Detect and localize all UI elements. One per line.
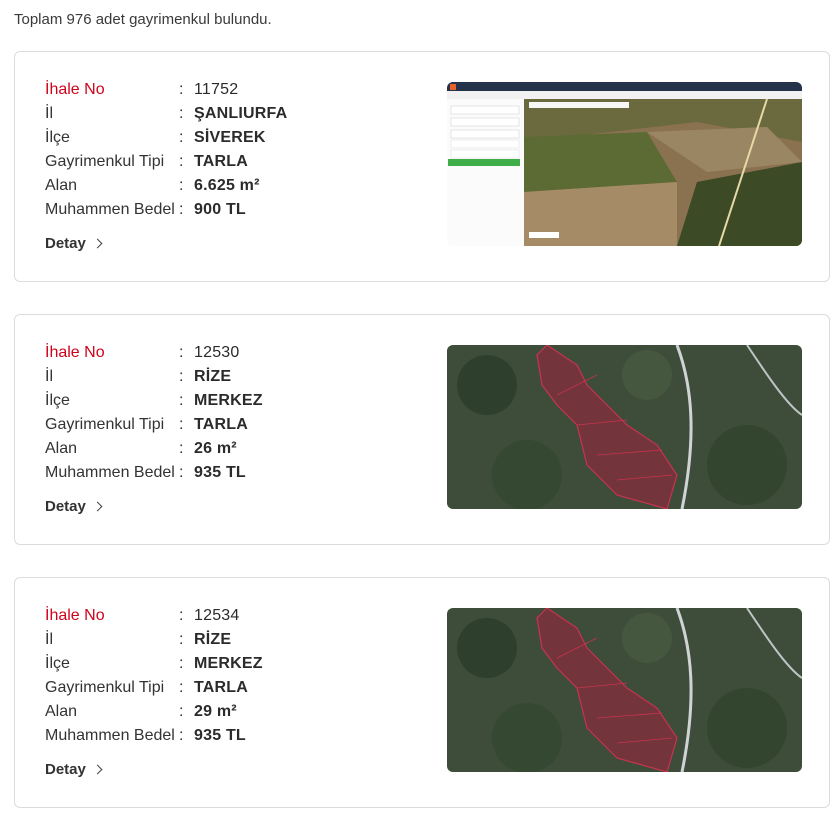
label-alan: Alan (45, 177, 78, 194)
listing-card: İhale No:12534 İl: RİZE İlçe: MERKEZ Gayri… (14, 577, 830, 808)
label-bedel: Muhammen Bedel (45, 727, 175, 744)
row-bedel: Muhammen Bedel:935 TL (45, 461, 263, 485)
value-ilce: MERKEZ (194, 392, 263, 409)
results-summary: Toplam 976 adet gayrimenkul bulundu. (14, 11, 272, 28)
detay-label: Detay (45, 498, 86, 515)
row-ihale-no: İhale No:12530 (45, 341, 263, 365)
label-tip: Gayrimenkul Tipi (45, 416, 165, 433)
listing-card: İhale No:11752 İl: ŞANLIURFA İlçe: SİVEREK… (14, 51, 830, 282)
colon: : (179, 368, 184, 385)
value-ihale-no: 12530 (194, 344, 240, 361)
chevron-right-icon (92, 238, 103, 249)
value-alan: 26 m² (194, 440, 237, 457)
value-alan: 29 m² (194, 703, 237, 720)
value-tip: TARLA (194, 153, 249, 170)
row-alan: Alan:29 m² (45, 700, 263, 724)
row-tip: Gayrimenkul Tipi: TARLA (45, 413, 263, 437)
colon: : (179, 392, 184, 409)
row-ilce: İlçe: SİVEREK (45, 126, 287, 150)
row-ilce: İlçe: MERKEZ (45, 389, 263, 413)
colon: : (179, 416, 184, 433)
row-il: İl: RİZE (45, 365, 263, 389)
detay-link[interactable]: Detay (45, 498, 103, 515)
value-ihale-no: 12534 (194, 607, 240, 624)
colon: : (179, 440, 184, 457)
detay-label: Detay (45, 761, 86, 778)
label-tip: Gayrimenkul Tipi (45, 679, 165, 696)
row-alan: Alan:6.625 m² (45, 174, 287, 198)
colon: : (179, 201, 184, 218)
value-ihale-no: 11752 (194, 81, 239, 98)
value-bedel: 900 TL (194, 201, 246, 218)
colon: : (179, 177, 184, 194)
row-bedel: Muhammen Bedel:900 TL (45, 198, 287, 222)
label-ihale-no: İhale No (45, 81, 105, 98)
row-ihale-no: İhale No:12534 (45, 604, 263, 628)
listing-card: İhale No:12530 İl: RİZE İlçe: MERKEZ Gayri… (14, 314, 830, 545)
row-bedel: Muhammen Bedel:935 TL (45, 724, 263, 748)
value-alan: 6.625 m² (194, 177, 260, 194)
value-bedel: 935 TL (194, 464, 246, 481)
value-ilce: MERKEZ (194, 655, 263, 672)
colon: : (179, 105, 184, 122)
colon: : (179, 727, 184, 744)
colon: : (179, 679, 184, 696)
value-tip: TARLA (194, 416, 249, 433)
label-ilce: İlçe (45, 392, 70, 409)
row-tip: Gayrimenkul Tipi: TARLA (45, 150, 287, 174)
row-ihale-no: İhale No:11752 (45, 78, 287, 102)
chevron-right-icon (92, 501, 103, 512)
label-ilce: İlçe (45, 129, 70, 146)
parcel-map-thumbnail[interactable] (447, 608, 802, 772)
parcel-map-thumbnail[interactable] (447, 345, 802, 509)
colon: : (179, 153, 184, 170)
colon: : (179, 81, 184, 98)
label-il: İl (45, 368, 53, 385)
label-tip: Gayrimenkul Tipi (45, 153, 165, 170)
label-alan: Alan (45, 703, 78, 720)
label-il: İl (45, 105, 53, 122)
detay-link[interactable]: Detay (45, 761, 103, 778)
label-il: İl (45, 631, 53, 648)
row-ilce: İlçe: MERKEZ (45, 652, 263, 676)
detay-label: Detay (45, 235, 86, 252)
value-il: ŞANLIURFA (194, 105, 288, 122)
label-bedel: Muhammen Bedel (45, 464, 175, 481)
value-il: RİZE (194, 631, 232, 648)
value-bedel: 935 TL (194, 727, 246, 744)
colon: : (179, 655, 184, 672)
row-tip: Gayrimenkul Tipi: TARLA (45, 676, 263, 700)
colon: : (179, 344, 184, 361)
colon: : (179, 464, 184, 481)
colon: : (179, 129, 184, 146)
row-il: İl: RİZE (45, 628, 263, 652)
colon: : (179, 703, 184, 720)
satellite-field-map-thumbnail[interactable] (447, 82, 802, 246)
chevron-right-icon (92, 764, 103, 775)
row-il: İl: ŞANLIURFA (45, 102, 287, 126)
label-ihale-no: İhale No (45, 344, 105, 361)
value-tip: TARLA (194, 679, 249, 696)
label-alan: Alan (45, 440, 78, 457)
label-ihale-no: İhale No (45, 607, 105, 624)
value-il: RİZE (194, 368, 232, 385)
colon: : (179, 607, 184, 624)
value-ilce: SİVEREK (194, 129, 266, 146)
detay-link[interactable]: Detay (45, 235, 103, 252)
colon: : (179, 631, 184, 648)
row-alan: Alan:26 m² (45, 437, 263, 461)
label-bedel: Muhammen Bedel (45, 201, 175, 218)
label-ilce: İlçe (45, 655, 70, 672)
